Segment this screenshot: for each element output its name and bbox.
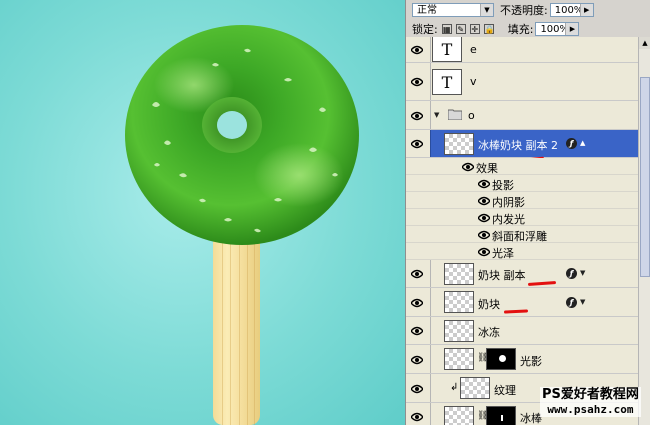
layer-name: 纹理 (494, 384, 516, 397)
clipping-arrow-icon: ↲ (450, 382, 459, 393)
watermark-url: www.psahz.com (547, 403, 634, 416)
eye-icon[interactable] (411, 412, 423, 422)
effect-name: 光泽 (492, 247, 514, 260)
eye-icon[interactable] (411, 139, 423, 149)
eye-icon[interactable] (411, 326, 423, 336)
layer-name: 奶块 副本 (478, 269, 526, 282)
expand-triangle-icon[interactable]: ▼ (580, 269, 585, 277)
layer-name: e (470, 43, 477, 56)
fill-label: 填充: (507, 22, 534, 36)
scroll-up-icon[interactable]: ▲ (639, 37, 650, 49)
popsicle-stick (213, 232, 260, 425)
layer-row-ice[interactable]: 冰冻 (406, 317, 638, 345)
fx-icon[interactable]: ƒ (566, 268, 577, 279)
lock-image-icon[interactable]: ✎ (455, 23, 466, 34)
blend-mode-select[interactable]: 正常 ▼ (412, 2, 494, 17)
folder-icon (448, 109, 462, 120)
layer-mask-thumbnail[interactable] (486, 348, 516, 370)
layers-list: T e T v ▼ o 冰棒奶块 副本 2 ƒ ▲ 效果 投影 内阴影 内发光 … (406, 37, 638, 425)
eye-icon[interactable] (411, 77, 423, 87)
effect-inner-shadow[interactable]: 内阴影 (406, 192, 638, 209)
effects-header[interactable]: 效果 (406, 158, 638, 175)
eye-icon[interactable] (411, 269, 423, 279)
text-layer-thumbnail-icon: T (432, 37, 462, 62)
layer-row-icebar-copy2[interactable]: 冰棒奶块 副本 2 ƒ ▲ (406, 130, 638, 158)
eye-icon[interactable] (478, 247, 490, 257)
document-canvas[interactable] (0, 0, 405, 425)
layer-row-e[interactable]: T e (406, 37, 638, 63)
fx-icon[interactable]: ƒ (566, 297, 577, 308)
text-layer-thumbnail-icon: T (432, 69, 462, 95)
lock-label: 锁定: (412, 22, 438, 36)
layer-thumbnail (444, 348, 474, 370)
layer-row-light[interactable]: ⛓ 光影 (406, 345, 638, 374)
layer-thumbnail (460, 377, 490, 399)
effect-bevel-emboss[interactable]: 斜面和浮雕 (406, 226, 638, 243)
layer-row-v[interactable]: T v (406, 63, 638, 101)
opacity-field[interactable]: 100% ▶ (549, 2, 594, 17)
layer-thumbnail (444, 263, 474, 285)
eye-icon[interactable] (411, 355, 423, 365)
eye-icon[interactable] (478, 196, 490, 206)
expand-triangle-icon[interactable]: ▼ (580, 298, 585, 306)
layer-name: 奶块 (478, 298, 500, 311)
layer-thumbnail (444, 133, 474, 155)
effect-drop-shadow[interactable]: 投影 (406, 175, 638, 192)
layer-name: 冰棒 (520, 412, 542, 425)
effect-name: 内发光 (492, 213, 525, 226)
layer-name: 冰棒奶块 副本 2 (478, 139, 558, 152)
layer-name: 冰冻 (478, 326, 500, 339)
effect-satin[interactable]: 光泽 (406, 243, 638, 260)
eye-icon[interactable] (478, 213, 490, 223)
fill-field[interactable]: 100% ▶ (535, 21, 580, 36)
layers-scrollbar[interactable]: ▲ (638, 37, 650, 425)
expand-triangle-icon[interactable]: ▲ (580, 139, 585, 147)
chevron-right-icon: ▶ (579, 3, 593, 16)
eye-icon[interactable] (462, 162, 474, 172)
opacity-label: 不透明度: (500, 3, 548, 17)
scroll-thumb[interactable] (640, 77, 650, 277)
layer-thumbnail (444, 406, 474, 425)
layer-name: v (470, 75, 477, 88)
lock-all-icon[interactable]: 🔒 (483, 23, 495, 34)
effect-name: 内阴影 (492, 196, 525, 209)
watermark-title: PS爱好者教程网 (542, 387, 639, 402)
lock-position-icon[interactable]: ✛ (469, 23, 480, 34)
layer-name: o (468, 109, 475, 122)
chevron-down-icon: ▼ (480, 3, 493, 16)
effect-inner-glow[interactable]: 内发光 (406, 209, 638, 226)
expand-triangle-icon[interactable]: ▼ (434, 111, 439, 119)
fx-icon[interactable]: ƒ (566, 138, 577, 149)
eye-icon[interactable] (411, 45, 423, 55)
layers-panel: 正常 ▼ 不透明度: 100% ▶ 锁定: ▦ ✎ ✛ 🔒 填充: 100% ▶… (405, 0, 650, 425)
layer-row-milk-copy[interactable]: 奶块 副本 ƒ ▼ (406, 260, 638, 288)
blend-mode-value: 正常 (417, 4, 437, 16)
layer-thumbnail (444, 320, 474, 342)
eye-icon[interactable] (411, 298, 423, 308)
effect-name: 斜面和浮雕 (492, 230, 547, 243)
lock-transparency-icon[interactable]: ▦ (441, 23, 452, 34)
effects-label: 效果 (476, 162, 498, 175)
site-watermark: PS爱好者教程网 www.psahz.com (540, 387, 641, 417)
layer-name: 光影 (520, 355, 542, 368)
eye-icon[interactable] (411, 384, 423, 394)
layer-mask-thumbnail[interactable] (486, 406, 516, 425)
eye-icon[interactable] (411, 111, 423, 121)
eye-icon[interactable] (478, 230, 490, 240)
layer-thumbnail (444, 291, 474, 313)
eye-icon[interactable] (478, 179, 490, 189)
effect-name: 投影 (492, 179, 514, 192)
layer-group-o[interactable]: ▼ o (406, 101, 638, 130)
green-donut-artwork (125, 25, 359, 245)
chevron-right-icon: ▶ (565, 22, 579, 35)
